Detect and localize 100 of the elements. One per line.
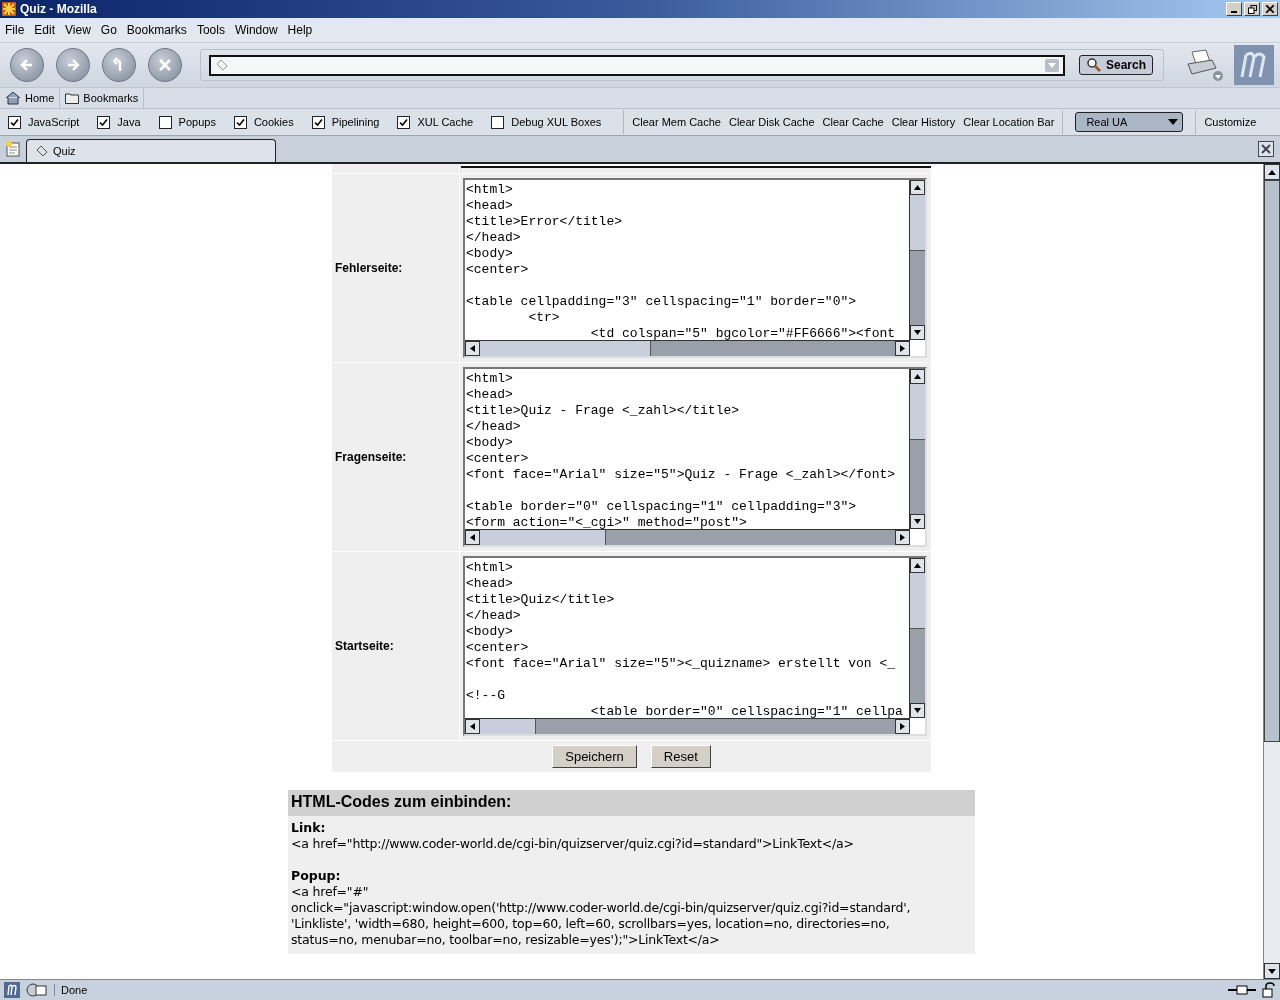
back-button[interactable] [10, 48, 44, 82]
toolbar-button[interactable]: Clear Cache [818, 116, 888, 128]
scrollbar-thumb[interactable] [910, 384, 925, 440]
save-button[interactable]: Speichern [552, 745, 637, 768]
house-icon [5, 91, 21, 105]
field-label: Startseite: [335, 639, 394, 653]
scroll-down-icon[interactable] [914, 519, 921, 524]
toolbar-button[interactable]: Clear Mem Cache [628, 116, 725, 128]
vertical-scrollbar[interactable] [909, 180, 925, 340]
section-header: HTML-Codes zum einbinden: [288, 790, 975, 816]
browser-tab[interactable]: Quiz [26, 139, 276, 162]
scroll-right-icon[interactable] [900, 534, 905, 541]
code-textarea[interactable]: <html> <head> <title>Quiz</title> </head> <body> <center> <font face="Arial" size="5"><_quizname> erstellt von <_ <!--G <table border="0" cellspacing="1" cellpa [463, 556, 927, 736]
reset-button[interactable]: Reset [650, 745, 711, 768]
scrollbar-thumb[interactable] [910, 573, 925, 629]
checkbox-label[interactable]: Java [117, 116, 141, 128]
forward-button[interactable] [56, 48, 90, 82]
checkbox-label[interactable]: Pipelining [331, 116, 380, 128]
close-tab-icon[interactable] [1258, 141, 1274, 157]
scroll-left-icon[interactable] [470, 723, 475, 730]
logo-icon [1234, 45, 1274, 85]
vertical-scrollbar[interactable] [909, 369, 925, 529]
checkbox-label[interactable]: Cookies [253, 116, 294, 128]
menu-item[interactable]: Window [229, 23, 283, 37]
new-tab-icon[interactable] [4, 140, 22, 158]
checkbox[interactable] [311, 115, 325, 129]
scrollbar-thumb[interactable] [1264, 180, 1280, 742]
scroll-up-icon[interactable] [914, 563, 921, 568]
menu-item[interactable]: Go [95, 23, 122, 37]
window-title: Quiz - Mozilla [20, 2, 98, 16]
scroll-down-icon[interactable] [1268, 968, 1276, 974]
checkbox[interactable] [233, 115, 247, 129]
checkbox-label[interactable]: JavaScript [28, 116, 80, 128]
tag-icon [215, 58, 229, 72]
logo-icon[interactable] [4, 982, 20, 998]
code-heading: Link: [291, 820, 327, 836]
search-icon [1085, 57, 1102, 73]
menu-item[interactable]: Edit [29, 23, 61, 37]
padlock-icon [1262, 982, 1276, 998]
checkbox-label[interactable]: Debug XUL Boxes [511, 116, 602, 128]
field-label: Fragenseite: [335, 450, 407, 464]
embed-code: <a href="#" onclick="javascript:window.open('http://www.coder-world.de/cgi-bin/quizserver/quiz.cgi?id=standard', 'Linkliste', 'width=680, height=600, top=60, left=60, scrollbars=yes, location=no, directories=no, status=no, menubar=no, toolbar=no, resizable=yes');">LinkText</a> [291, 884, 912, 948]
printer-icon[interactable] [1186, 48, 1224, 82]
restore-button[interactable] [1244, 2, 1260, 16]
horizontal-scrollbar[interactable] [465, 340, 910, 356]
app-icon [2, 2, 16, 16]
restore-icon [1247, 4, 1257, 14]
scroll-left-icon[interactable] [470, 534, 475, 541]
checkbox[interactable] [97, 115, 111, 129]
user-agent-dropdown[interactable]: Real UA [1075, 112, 1184, 132]
embed-code: <a href="http://www.coder-world.de/cgi-bin/quizserver/quiz.cgi?id=standard">LinkText</a> [291, 836, 855, 852]
checkbox-label[interactable]: Popups [178, 116, 216, 128]
address-field[interactable] [209, 54, 1065, 76]
scrollbar-thumb[interactable] [910, 195, 925, 251]
scroll-down-icon[interactable] [914, 708, 921, 713]
menu-item[interactable]: Tools [191, 23, 230, 37]
menu-item[interactable]: Bookmarks [121, 23, 192, 37]
close-icon [1266, 5, 1274, 13]
checkbox[interactable] [158, 115, 172, 129]
code-textarea[interactable]: <html> <head> <title>Quiz - Frage <_zahl></title> </head> <body> <center> <font face="Arial" size="5">Quiz - Frage <_zahl></font> <table border="0" cellspacing="1" cellpadding="3"> <form action="<_cgi>" method="post"> [463, 367, 927, 547]
plug-icon [1228, 984, 1256, 996]
tag-icon [35, 144, 49, 158]
minimize-button[interactable] [1226, 2, 1242, 16]
menu-item[interactable]: Help [282, 23, 318, 37]
scroll-right-icon[interactable] [900, 723, 905, 730]
menu-item[interactable]: File [0, 23, 30, 37]
checkbox-label[interactable]: XUL Cache [417, 116, 474, 128]
scroll-up-icon[interactable] [914, 374, 921, 379]
checkbox[interactable] [8, 115, 21, 129]
code-heading: Popup: [291, 868, 342, 884]
toolbar-button[interactable]: Clear History [887, 116, 960, 128]
checkbox[interactable] [397, 115, 411, 129]
scrollbar-thumb[interactable] [480, 719, 536, 734]
close-button[interactable] [1262, 2, 1278, 16]
scroll-down-icon[interactable] [914, 330, 921, 335]
search-button[interactable]: Search [1078, 55, 1153, 75]
field-label: Fehlerseite: [335, 261, 403, 275]
folder-icon [65, 92, 80, 104]
scroll-right-icon[interactable] [900, 345, 905, 352]
left-arrow-icon [19, 57, 35, 73]
toolbar-button[interactable]: Clear Location Bar [959, 116, 1059, 128]
menu-item[interactable]: View [60, 23, 96, 37]
scroll-left-icon[interactable] [470, 345, 475, 352]
toolbar-button[interactable]: Clear Disk Cache [724, 116, 819, 128]
checkbox[interactable] [491, 115, 505, 129]
scrollbar-thumb[interactable] [480, 530, 606, 545]
scrollbar-thumb[interactable] [480, 341, 651, 356]
vertical-scrollbar[interactable] [909, 558, 925, 718]
scroll-up-icon[interactable] [1268, 169, 1276, 175]
page-scrollbar[interactable] [1263, 164, 1280, 979]
right-arrow-icon [65, 57, 81, 73]
scroll-up-icon[interactable] [914, 185, 921, 190]
horizontal-scrollbar[interactable] [465, 718, 910, 734]
code-textarea[interactable]: <html> <head> <title>Error</title> </head> <body> <center> <table cellpadding="3" cellspacing="1" border="0"> <tr> <td colspan="5" bgcolor="#FF6666"><font [463, 178, 927, 358]
customize-button[interactable]: Customize [1200, 116, 1261, 128]
stop-button[interactable] [148, 48, 182, 82]
close-icon [157, 57, 173, 73]
status-text: Done [54, 984, 88, 996]
reload-button[interactable] [102, 48, 136, 82]
horizontal-scrollbar[interactable] [465, 529, 910, 545]
